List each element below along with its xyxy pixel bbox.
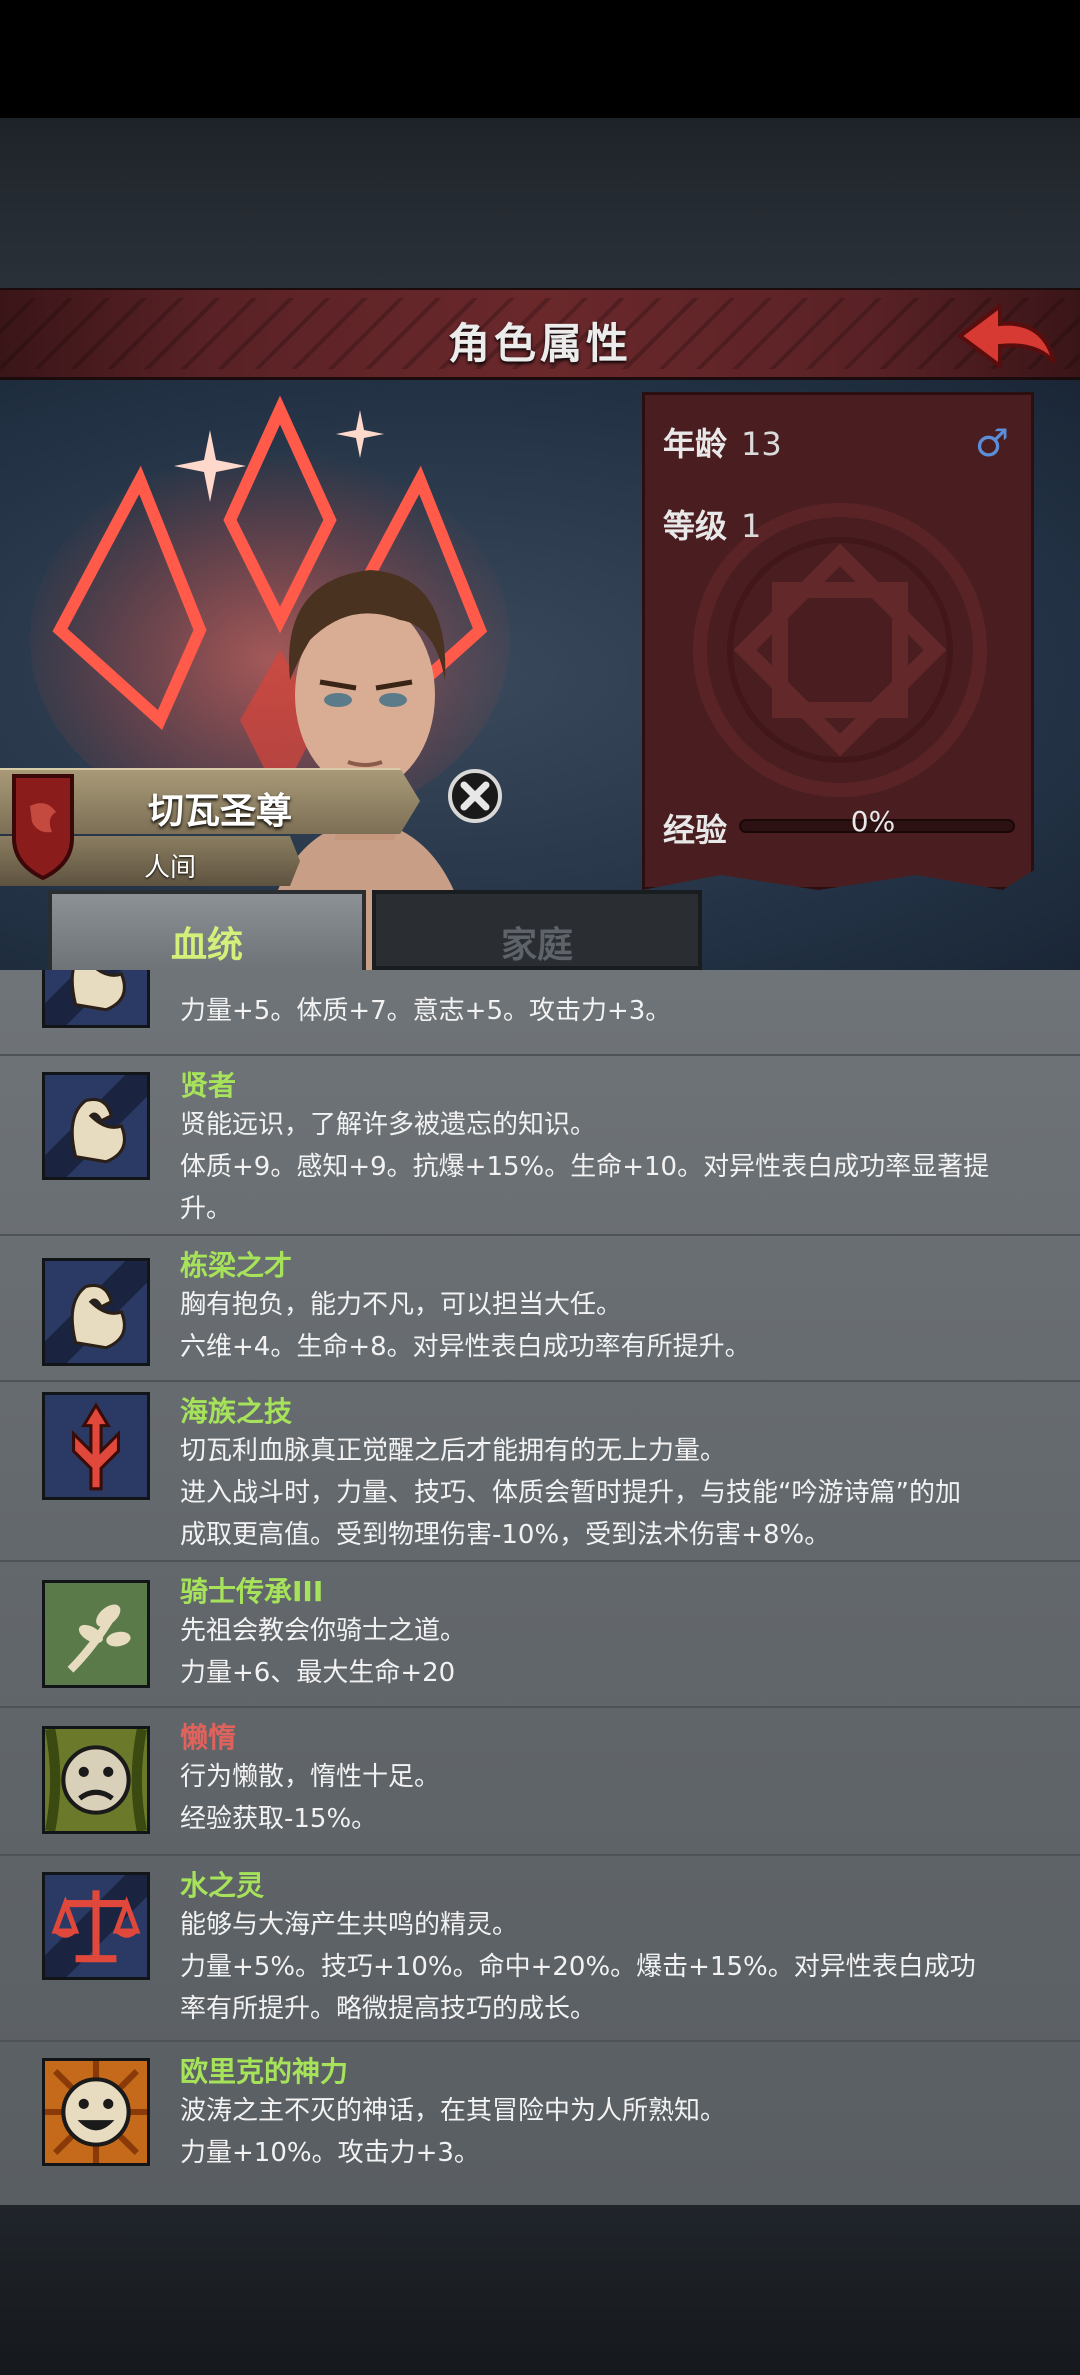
list-item: 水之灵 能够与大海产生共鸣的精灵。 力量+5%。技巧+10%。命中+20%。爆击… bbox=[0, 1856, 1080, 2042]
trait-line: 贤能远识，了解许多被遗忘的知识。 bbox=[180, 1110, 597, 1140]
bottom-band bbox=[0, 2205, 1080, 2375]
age-value: 13 bbox=[741, 425, 782, 463]
trait-line: 成取更高值。受到物理伤害-10%，受到法术伤害+8%。 bbox=[180, 1520, 831, 1550]
trait-line: 六维+4。生命+8。对异性表白成功率有所提升。 bbox=[180, 1332, 751, 1362]
list-item: 力量+5。体质+7。意志+5。攻击力+3。 bbox=[0, 970, 1080, 1056]
trait-name: 懒惰 bbox=[180, 1721, 237, 1754]
trait-line: 波涛之主不灭的神话，在其冒险中为人所熟知。 bbox=[180, 2096, 727, 2126]
tabs-bar: 血统 家庭 bbox=[0, 890, 1080, 970]
trait-name: 贤者 bbox=[180, 1069, 237, 1102]
trait-line: 切瓦利血脉真正觉醒之后才能拥有的无上力量。 bbox=[180, 1436, 727, 1466]
trait-line: 行为懒散，惰性十足。 bbox=[180, 1762, 441, 1792]
trait-line: 进入战斗时，力量、技巧、体质会暂时提升，与技能“吟游诗篇”的加 bbox=[180, 1478, 961, 1508]
trait-line: 力量+6、最大生命+20 bbox=[180, 1658, 456, 1688]
strong-arm-icon bbox=[42, 1072, 150, 1180]
trait-name: 海族之技 bbox=[180, 1395, 293, 1428]
age-row: 年龄 13 bbox=[663, 419, 782, 465]
trait-description: 切瓦利血脉真正觉醒之后才能拥有的无上力量。 进入战斗时，力量、技巧、体质会暂时提… bbox=[180, 1430, 1032, 1556]
character-realm: 人间 bbox=[143, 853, 196, 883]
tab-bloodline[interactable]: 血统 bbox=[48, 890, 366, 970]
strong-arm-icon bbox=[42, 1258, 150, 1366]
level-value: 1 bbox=[741, 507, 762, 545]
scales-icon bbox=[42, 1872, 150, 1980]
tab-family[interactable]: 家庭 bbox=[372, 890, 702, 970]
sad-face-icon bbox=[42, 1726, 150, 1834]
top-band bbox=[0, 118, 1080, 288]
trait-line: 力量+10%。攻击力+3。 bbox=[180, 2138, 480, 2168]
branch-icon bbox=[42, 1580, 150, 1688]
trait-name: 栋梁之才 bbox=[180, 1249, 293, 1282]
trident-icon bbox=[42, 1392, 150, 1500]
trait-line: 能够与大海产生共鸣的精灵。 bbox=[180, 1910, 519, 1940]
trait-partial-line: 力量+5。体质+7。意志+5。攻击力+3。 bbox=[180, 996, 672, 1026]
age-label: 年龄 bbox=[663, 425, 728, 463]
trait-line: 率有所提升。略微提高技巧的成长。 bbox=[180, 1994, 597, 2024]
trait-list[interactable]: 力量+5。体质+7。意志+5。攻击力+3。 贤者 贤能远识，了解许多被遗忘的知识… bbox=[0, 970, 1080, 2205]
male-gender-icon: ♂ bbox=[974, 421, 1009, 465]
trait-name: 欧里克的神力 bbox=[180, 2055, 349, 2088]
shield-icon bbox=[12, 774, 74, 881]
back-button[interactable] bbox=[952, 298, 1062, 376]
level-label: 等级 bbox=[663, 507, 728, 545]
trait-description: 胸有抱负，能力不凡，可以担当大任。 六维+4。生命+8。对异性表白成功率有所提升… bbox=[180, 1284, 1032, 1368]
trait-name: 水之灵 bbox=[180, 1869, 265, 1902]
character-name: 切瓦圣尊 bbox=[147, 791, 292, 832]
page-title: 角色属性 bbox=[447, 319, 632, 368]
status-bar bbox=[0, 0, 1080, 118]
trait-name: 骑士传承III bbox=[180, 1575, 324, 1608]
trait-line: 体质+9。感知+9。抗爆+15%。生命+10。对异性表白成功率显著提 bbox=[180, 1152, 990, 1182]
stat-card: 年龄 13 ♂ 等级 1 经验 0% bbox=[642, 392, 1034, 890]
list-item: 海族之技 切瓦利血脉真正觉醒之后才能拥有的无上力量。 进入战斗时，力量、技巧、体… bbox=[0, 1382, 1080, 1562]
title-bar: 角色属性 bbox=[0, 288, 1080, 380]
level-row: 等级 1 bbox=[663, 501, 761, 547]
trait-description: 行为懒散，惰性十足。 经验获取-15%。 bbox=[180, 1756, 1032, 1840]
trait-description: 贤能远识，了解许多被遗忘的知识。 体质+9。感知+9。抗爆+15%。生命+10。… bbox=[180, 1104, 1032, 1230]
list-item: 骑士传承III 先祖会教会你骑士之道。 力量+6、最大生命+20 bbox=[0, 1562, 1080, 1708]
trait-line: 力量+5%。技巧+10%。命中+20%。爆击+15%。对异性表白成功 bbox=[180, 1952, 976, 1982]
list-item: 贤者 贤能远识，了解许多被遗忘的知识。 体质+9。感知+9。抗爆+15%。生命+… bbox=[0, 1056, 1080, 1236]
trait-description: 先祖会教会你骑士之道。 力量+6、最大生命+20 bbox=[180, 1610, 1032, 1694]
trait-line: 升。 bbox=[180, 1194, 233, 1224]
trait-line: 先祖会教会你骑士之道。 bbox=[180, 1616, 467, 1646]
strong-arm-icon bbox=[42, 970, 150, 1028]
back-arrow-icon bbox=[956, 302, 1056, 370]
list-item: 懒惰 行为懒散，惰性十足。 经验获取-15%。 bbox=[0, 1708, 1080, 1856]
list-item: 欧里克的神力 波涛之主不灭的神话，在其冒险中为人所熟知。 力量+10%。攻击力+… bbox=[0, 2042, 1080, 2205]
close-button[interactable] bbox=[446, 767, 504, 825]
trait-line: 胸有抱负，能力不凡，可以担当大任。 bbox=[180, 1290, 623, 1320]
happy-face-icon bbox=[42, 2058, 150, 2166]
exp-value: 0% bbox=[850, 805, 896, 838]
exp-row: 经验 0% bbox=[663, 805, 1023, 849]
close-icon bbox=[448, 769, 502, 823]
trait-description: 能够与大海产生共鸣的精灵。 力量+5%。技巧+10%。命中+20%。爆击+15%… bbox=[180, 1904, 1032, 2030]
trait-line: 经验获取-15%。 bbox=[180, 1804, 378, 1834]
trait-description: 波涛之主不灭的神话，在其冒险中为人所熟知。 力量+10%。攻击力+3。 bbox=[180, 2090, 1032, 2174]
list-item: 栋梁之才 胸有抱负，能力不凡，可以担当大任。 六维+4。生命+8。对异性表白成功… bbox=[0, 1236, 1080, 1382]
